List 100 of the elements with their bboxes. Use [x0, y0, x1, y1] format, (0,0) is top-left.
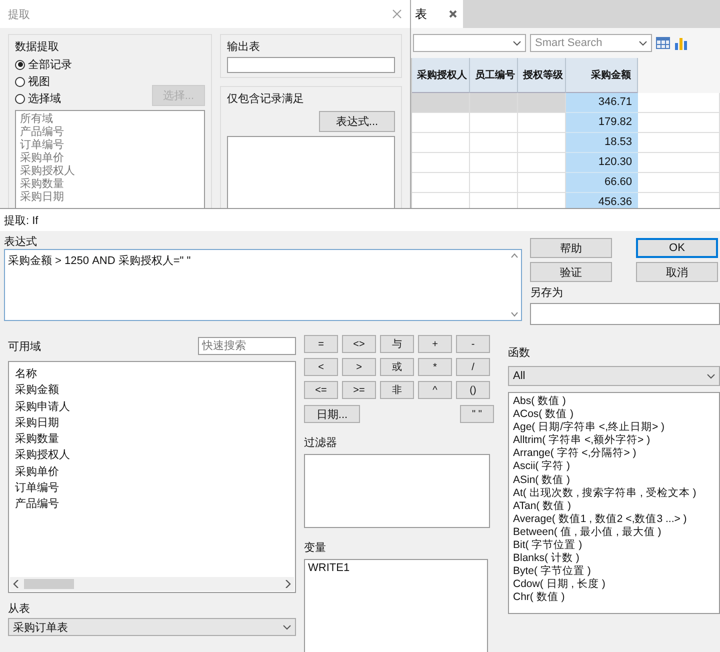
- table-row[interactable]: 456.36: [411, 193, 720, 208]
- function-item[interactable]: Alltrim( 字符串 <,额外字符> ): [513, 434, 715, 448]
- column-header[interactable]: 员工编号: [470, 58, 518, 93]
- column-header[interactable]: 授权等级: [518, 58, 566, 93]
- table-row[interactable]: 66.60: [411, 173, 720, 193]
- variables-label: 变量: [304, 540, 326, 555]
- close-icon[interactable]: [449, 10, 457, 18]
- function-item[interactable]: Age( 日期/字符串 <,终止日期> ): [513, 421, 715, 434]
- dialog-button[interactable]: OK: [636, 238, 718, 258]
- table-cell: 120.30: [566, 153, 638, 173]
- function-category-dropdown[interactable]: All: [508, 366, 720, 386]
- close-icon[interactable]: [392, 9, 402, 19]
- dialog-title: 提取: [8, 8, 30, 22]
- function-item[interactable]: Ascii( 字符 ): [513, 460, 715, 474]
- field-item[interactable]: 采购数量: [15, 431, 289, 448]
- operator-button[interactable]: 与: [380, 335, 414, 353]
- table-cell: 179.82: [566, 113, 638, 133]
- operator-button[interactable]: -: [456, 335, 490, 353]
- operator-button[interactable]: =: [304, 335, 338, 353]
- radio-option[interactable]: 全部记录: [15, 57, 72, 72]
- bar-chart-icon[interactable]: [674, 36, 688, 50]
- function-item[interactable]: ASin( 数值 ): [513, 474, 715, 487]
- column-header[interactable]: 采购金额: [566, 58, 638, 93]
- dialog-button[interactable]: 取消: [636, 262, 718, 282]
- operator-button[interactable]: /: [456, 358, 490, 376]
- table-row[interactable]: 18.53: [411, 133, 720, 153]
- function-item[interactable]: ATan( 数值 ): [513, 500, 715, 513]
- field-item[interactable]: 采购授权人: [15, 447, 289, 464]
- function-item[interactable]: ACos( 数值 ): [513, 408, 715, 422]
- function-item[interactable]: Byte( 字节位置 ): [513, 565, 715, 578]
- date-button[interactable]: 日期...: [304, 405, 360, 423]
- radio-option[interactable]: 选择域: [15, 91, 72, 106]
- function-item[interactable]: Bit( 字节位置 ): [513, 539, 715, 552]
- function-item[interactable]: Arrange( 字符 <,分隔符> ): [513, 447, 715, 460]
- field-item[interactable]: 采购单价: [15, 464, 289, 480]
- radio-icon[interactable]: [15, 94, 25, 104]
- function-item[interactable]: Abs( 数值 ): [513, 395, 715, 408]
- function-item[interactable]: At( 出现次数 , 搜索字符串 , 受检文本 ): [513, 486, 715, 500]
- dropdown-caret-icon: [707, 374, 715, 378]
- scrollbar-thumb[interactable]: [24, 579, 74, 589]
- function-item[interactable]: Cdow( 日期 , 长度 ): [513, 578, 715, 592]
- condition-field[interactable]: [227, 136, 395, 208]
- output-table-field[interactable]: [227, 57, 395, 73]
- group-label: 输出表: [227, 40, 261, 54]
- scroll-up-icon[interactable]: [511, 253, 518, 258]
- operator-button[interactable]: +: [418, 335, 452, 353]
- variable-list[interactable]: WRITE1: [304, 558, 488, 652]
- group-label: 数据提取: [15, 40, 60, 54]
- field-item[interactable]: 采购金额: [15, 382, 289, 399]
- dropdown[interactable]: [413, 34, 526, 52]
- dialog-button[interactable]: 验证: [530, 262, 612, 282]
- save-as-field[interactable]: [530, 303, 720, 325]
- save-as-label: 另存为: [530, 286, 564, 300]
- operator-button[interactable]: 或: [380, 358, 414, 376]
- function-list[interactable]: [508, 392, 720, 614]
- filter-list[interactable]: [304, 454, 490, 528]
- quote-button[interactable]: " ": [460, 405, 494, 423]
- scroll-left-icon[interactable]: [13, 580, 19, 588]
- field-item[interactable]: 采购日期: [15, 414, 289, 432]
- field-item[interactable]: 订单编号: [15, 480, 289, 496]
- table-row[interactable]: 179.82: [411, 113, 720, 133]
- table-cell: 66.60: [566, 173, 638, 193]
- operator-button[interactable]: <=: [304, 381, 338, 399]
- radio-option[interactable]: 视图: [15, 74, 72, 89]
- field-item[interactable]: 产品编号: [15, 496, 289, 513]
- horizontal-scrollbar[interactable]: [10, 577, 294, 591]
- table-tab[interactable]: 表: [411, 0, 463, 28]
- table-row[interactable]: 120.30: [411, 153, 720, 173]
- operator-button[interactable]: >: [342, 358, 376, 376]
- available-fields-label: 可用域: [8, 340, 41, 354]
- functions-label: 函数: [508, 346, 530, 360]
- function-item[interactable]: Average( 数值1 , 数值2 <,数值3 ...> ): [513, 512, 715, 526]
- table-cell: 346.71: [566, 93, 638, 113]
- variable-item[interactable]: WRITE1: [308, 562, 484, 574]
- function-item[interactable]: Blanks( 计数 ): [513, 552, 715, 566]
- function-item[interactable]: Between( 值 , 最小值 , 最大值 ): [513, 526, 715, 540]
- operator-button[interactable]: ^: [418, 381, 452, 399]
- scroll-down-icon[interactable]: [511, 312, 518, 317]
- table-icon[interactable]: [656, 37, 670, 49]
- column-header[interactable]: 采购授权人: [412, 58, 470, 93]
- expression-button[interactable]: 表达式...: [319, 111, 395, 132]
- table-cell: 456.36: [566, 193, 638, 208]
- operator-button[interactable]: (): [456, 381, 490, 399]
- operator-button[interactable]: *: [418, 358, 452, 376]
- radio-icon[interactable]: [15, 76, 25, 86]
- function-item[interactable]: Chr( 数值 ): [513, 591, 715, 604]
- from-table-dropdown[interactable]: 采购订单表: [8, 618, 296, 636]
- smart-search-dropdown[interactable]: Smart Search: [530, 34, 652, 52]
- field-list[interactable]: 名称 采购金额 采购申请人 采购日期 采购数量 采购授权人 采购单价 订单编号 产品编号: [8, 361, 296, 593]
- table-row[interactable]: 346.71: [411, 93, 720, 113]
- field-item[interactable]: 采购申请人: [15, 398, 289, 415]
- operator-button[interactable]: <>: [342, 335, 376, 353]
- scroll-right-icon[interactable]: [285, 580, 291, 588]
- dialog-button[interactable]: 帮助: [530, 238, 612, 258]
- operator-button[interactable]: 非: [380, 381, 414, 399]
- radio-icon[interactable]: [15, 60, 25, 70]
- operator-button[interactable]: >=: [342, 381, 376, 399]
- expression-field[interactable]: 采购金额 > 1250 AND 采购授权人=" ": [4, 249, 522, 321]
- quick-search-field[interactable]: 快速搜索: [198, 337, 296, 355]
- operator-button[interactable]: <: [304, 358, 338, 376]
